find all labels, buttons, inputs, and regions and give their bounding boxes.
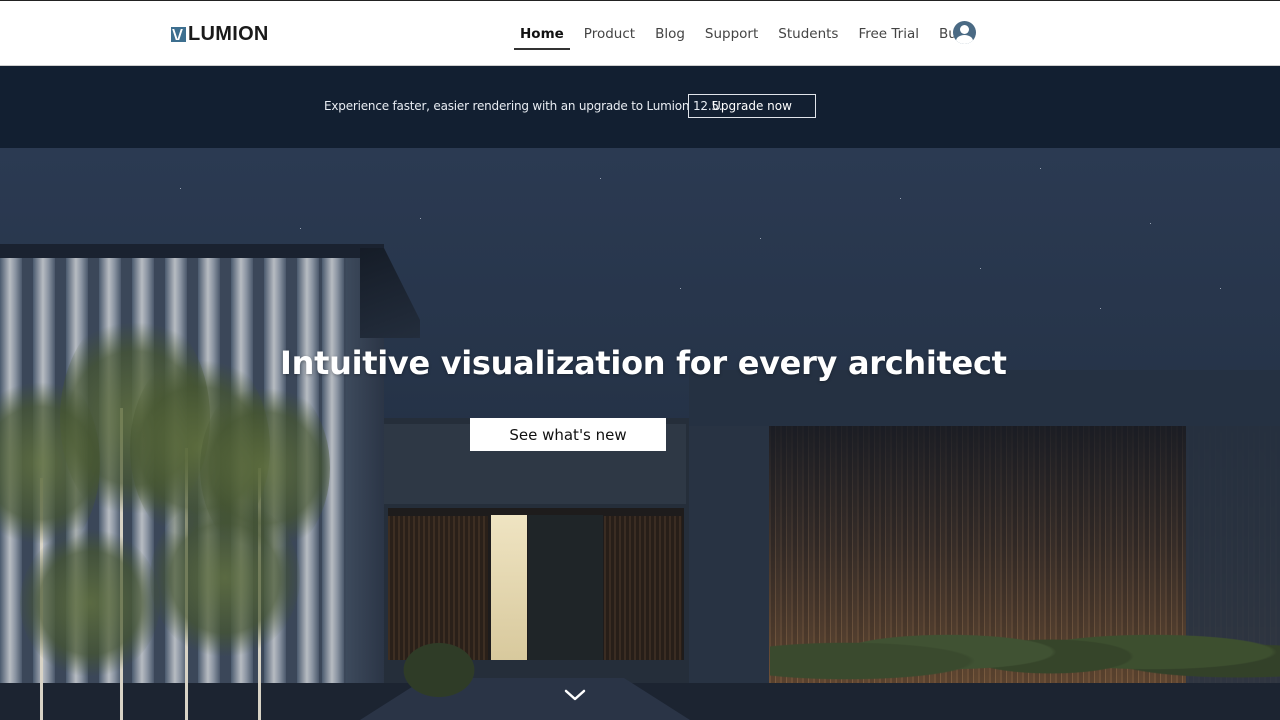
lumion-logo-mark-icon — [171, 26, 186, 42]
upgrade-banner: Experience faster, easier rendering with… — [0, 66, 1280, 148]
lumion-logo[interactable]: LUMION — [171, 23, 269, 45]
main-nav: Home Product Blog Support Students Free … — [514, 24, 985, 50]
nav-free-trial[interactable]: Free Trial — [858, 26, 919, 44]
site-header: LUMION Home Product Blog Support Student… — [0, 0, 1280, 66]
hero-title: Intuitive visualization for every archit… — [280, 344, 1007, 382]
chevron-down-icon[interactable] — [563, 688, 587, 702]
logo-text: LUMION — [188, 22, 269, 45]
see-whats-new-button[interactable]: See what's new — [470, 418, 666, 451]
nav-students[interactable]: Students — [778, 26, 838, 44]
nav-home[interactable]: Home — [514, 26, 570, 50]
user-circle-icon[interactable] — [953, 21, 976, 44]
nav-blog[interactable]: Blog — [655, 26, 685, 44]
nav-product[interactable]: Product — [584, 26, 635, 44]
upgrade-now-button[interactable]: Upgrade now — [688, 94, 816, 118]
banner-text: Experience faster, easier rendering with… — [324, 99, 723, 113]
hero-section: Intuitive visualization for every archit… — [0, 148, 1280, 720]
nav-support[interactable]: Support — [705, 26, 758, 44]
